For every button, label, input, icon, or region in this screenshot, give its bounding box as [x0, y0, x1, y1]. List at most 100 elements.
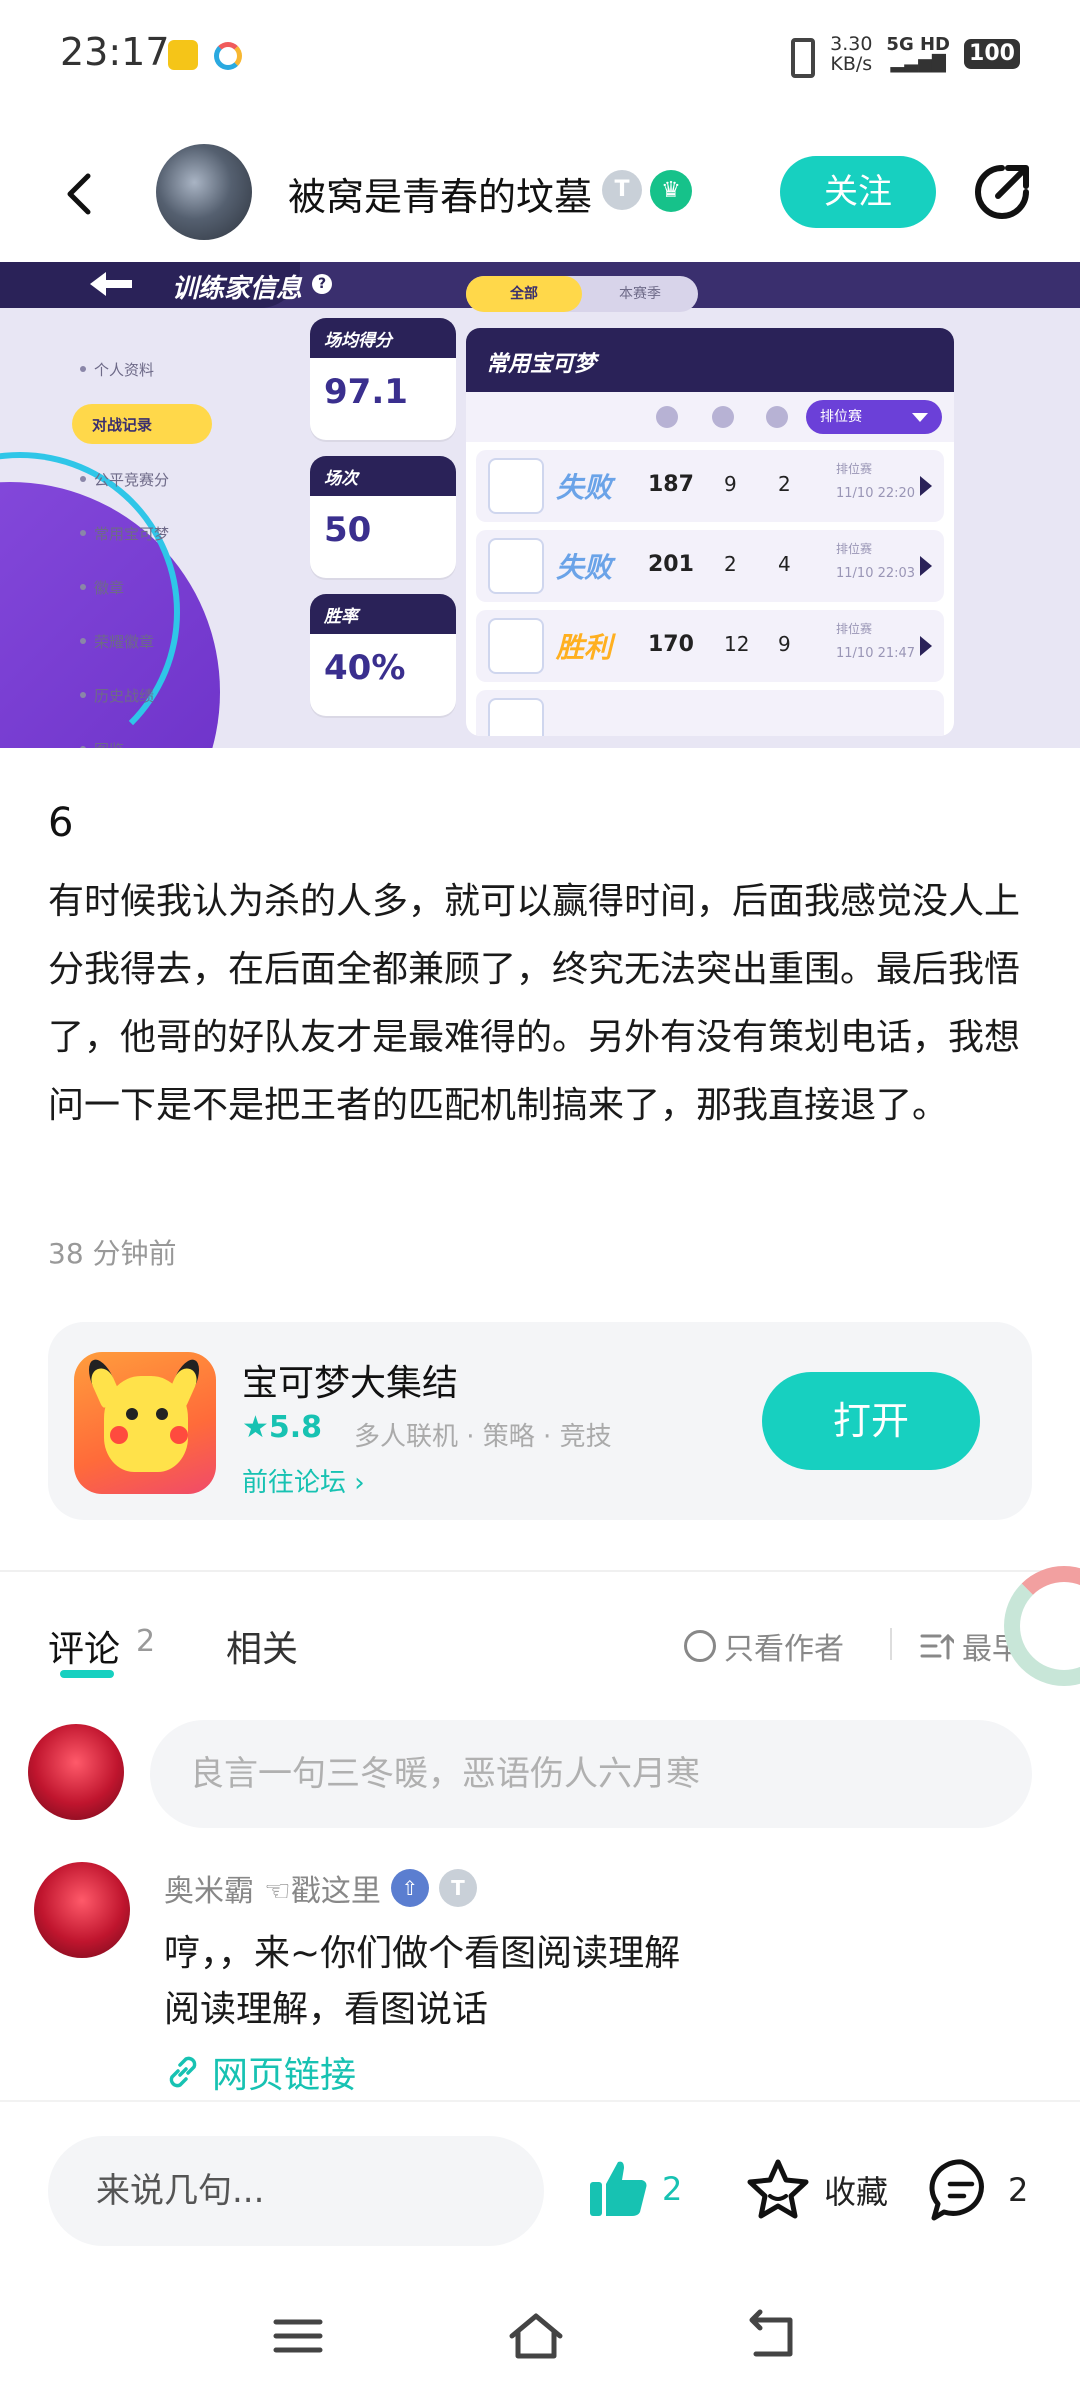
- thumbs-up-icon: [590, 2161, 647, 2216]
- shot-tabs: 全部 本赛季: [466, 276, 698, 312]
- stat-label: 场次: [310, 456, 456, 496]
- forum-link[interactable]: 前往论坛 ›: [242, 1462, 365, 1499]
- play-arrow-icon: [920, 476, 932, 496]
- crown-badge-icon: ♛: [650, 170, 692, 212]
- shot-back-icon: [90, 272, 132, 296]
- commenter-name-suffix: ☜戳这里: [264, 1874, 381, 1909]
- commenter-name[interactable]: 奥米霸: [164, 1866, 254, 1910]
- mode-filter-select: 排位赛: [806, 400, 942, 434]
- match-mode: 排位赛: [836, 462, 873, 476]
- match-mode: 排位赛: [836, 622, 873, 636]
- game-card[interactable]: 宝可梦大集结 ★5.8 多人联机 · 策略 · 竞技 前往论坛 › 打开: [48, 1322, 1032, 1520]
- back-nav-icon[interactable]: [742, 2308, 802, 2364]
- app-notification-icon: [168, 40, 198, 70]
- shot-menu: 个人资料 对战记录 公平竞赛分 常用宝可梦 徽章 荣耀徽章 历史战绩 图鉴: [72, 342, 240, 748]
- match-assists: 2: [778, 472, 791, 496]
- home-icon[interactable]: [506, 2308, 566, 2364]
- shot-menu-item-active: 对战记录: [72, 404, 212, 444]
- comment-input[interactable]: 良言一句三冬暖，恶语伤人六月寒: [150, 1720, 1032, 1828]
- pokemon-panel-title: 常用宝可梦: [486, 352, 597, 377]
- match-score: 201: [648, 552, 694, 577]
- post-header: 被窝是青春的坟墓 T ♛ 关注: [0, 130, 1080, 260]
- stat-value: 50: [324, 510, 372, 550]
- my-avatar: [28, 1724, 124, 1820]
- shot-menu-item: 徽章: [80, 560, 240, 614]
- filter-row: 排位赛: [466, 392, 954, 442]
- author-name[interactable]: 被窝是青春的坟墓: [288, 166, 592, 221]
- shot-title: 训练家信息: [172, 274, 303, 304]
- shot-menu-item: 个人资料: [80, 342, 240, 396]
- web-link-label[interactable]: 网页链接: [212, 2046, 356, 2098]
- menu-icon[interactable]: [268, 2308, 328, 2364]
- match-row: 胜利 170 12 9 排位赛 11/10 21:47: [476, 610, 944, 682]
- share-icon[interactable]: [968, 158, 1036, 226]
- stat-card: 场均得分 97.1: [310, 318, 456, 440]
- shot-menu-item: 图鉴: [80, 722, 240, 748]
- game-rating: ★5.8: [242, 1410, 323, 1445]
- post-body: 有时候我认为杀的人多，就可以赢得时间，后面我感觉没人上分我得去，在后面全都兼顾了…: [48, 881, 1021, 1126]
- match-time: 11/10 22:20: [836, 486, 916, 501]
- author-only-toggle[interactable]: 只看作者: [684, 1624, 844, 1668]
- pikachu-icon: [104, 1376, 188, 1472]
- commenter-avatar[interactable]: [34, 1862, 130, 1958]
- net-speed-value: 3.30: [830, 33, 873, 55]
- favorite-button[interactable]: 收藏: [744, 2156, 888, 2224]
- pokemon-avatar: [488, 458, 544, 514]
- match-score: 187: [648, 472, 694, 497]
- match-result: 失败: [556, 471, 613, 504]
- stat-value: 40%: [324, 648, 406, 688]
- pikachu-cheek-icon: [110, 1426, 128, 1444]
- author-avatar[interactable]: [156, 144, 252, 240]
- match-score: 170: [648, 632, 694, 657]
- post-timestamp: 38 分钟前: [48, 1237, 177, 1270]
- floating-widget-icon[interactable]: [1004, 1566, 1080, 1686]
- match-kills: 2: [724, 552, 737, 576]
- open-game-button[interactable]: 打开: [762, 1372, 980, 1470]
- comment-count: 2: [136, 1624, 156, 1659]
- link-icon: [169, 2056, 197, 2088]
- web-link[interactable]: 网页链接: [164, 2046, 356, 2098]
- tab-comments[interactable]: 评论: [48, 1620, 120, 1672]
- match-row: 失败 201 2 4 排位赛 11/10 22:03: [476, 530, 944, 602]
- author-only-label: 只看作者: [724, 1632, 844, 1667]
- pokemon-avatar: [488, 618, 544, 674]
- comment-count-bottom: 2: [1008, 2171, 1029, 2209]
- stat-value: 97.1: [324, 372, 408, 412]
- stat-card: 胜率 40%: [310, 594, 456, 716]
- follow-button[interactable]: 关注: [780, 156, 936, 228]
- pikachu-cheek-icon: [170, 1426, 188, 1444]
- comment-text-line: 阅读理解，看图说话: [164, 1989, 489, 2030]
- game-name: 宝可梦大集结: [242, 1363, 459, 1404]
- stat-label: 胜率: [310, 594, 456, 634]
- status-right: 3.30 KB/s 5G HD ▂▃▅▇ 100: [782, 34, 1020, 78]
- match-result: 胜利: [556, 631, 613, 664]
- match-assists: 9: [778, 632, 791, 656]
- battery-icon: 100: [964, 39, 1020, 69]
- shot-menu-item: 公平竞赛分: [80, 452, 240, 506]
- game-app-icon: [74, 1352, 216, 1494]
- section-divider: [0, 1570, 1080, 1572]
- like-button[interactable]: 2: [586, 2156, 682, 2222]
- vibrate-icon: [782, 34, 816, 78]
- level-t-badge-icon: T: [438, 1869, 477, 1907]
- tab-related[interactable]: 相关: [226, 1620, 298, 1672]
- match-kills: 12: [724, 632, 750, 656]
- match-mode: 排位赛: [836, 542, 873, 556]
- system-nav-bar: [0, 2280, 1080, 2400]
- bottom-action-bar: 来说几句... 2 收藏 2: [0, 2100, 1080, 2270]
- comment-button[interactable]: 2: [928, 2156, 1028, 2224]
- play-arrow-icon: [920, 556, 932, 576]
- net-speed: 3.30 KB/s: [830, 34, 872, 74]
- sort-icon: [920, 1633, 954, 1660]
- stat-label: 场均得分: [310, 318, 456, 358]
- pokeball-icon: [656, 406, 678, 428]
- stat-card: 场次 50: [310, 456, 456, 578]
- commenter-info[interactable]: 奥米霸 ☜戳这里 ⇧ T: [164, 1866, 477, 1910]
- post-image[interactable]: 训练家信息 ? 个人资料 对战记录 公平竞赛分 常用宝可梦 徽章 荣耀徽章 历史…: [0, 262, 1080, 748]
- signal-bars-icon: ▂▃▅▇: [890, 52, 946, 73]
- pikachu-eye-icon: [126, 1408, 138, 1420]
- pokemon-avatar: [488, 538, 544, 594]
- reply-input[interactable]: 来说几句...: [48, 2136, 544, 2246]
- status-bar: 23:17 3.30 KB/s 5G HD ▂▃▅▇ 100: [0, 0, 1080, 110]
- back-arrow-icon[interactable]: [56, 170, 104, 218]
